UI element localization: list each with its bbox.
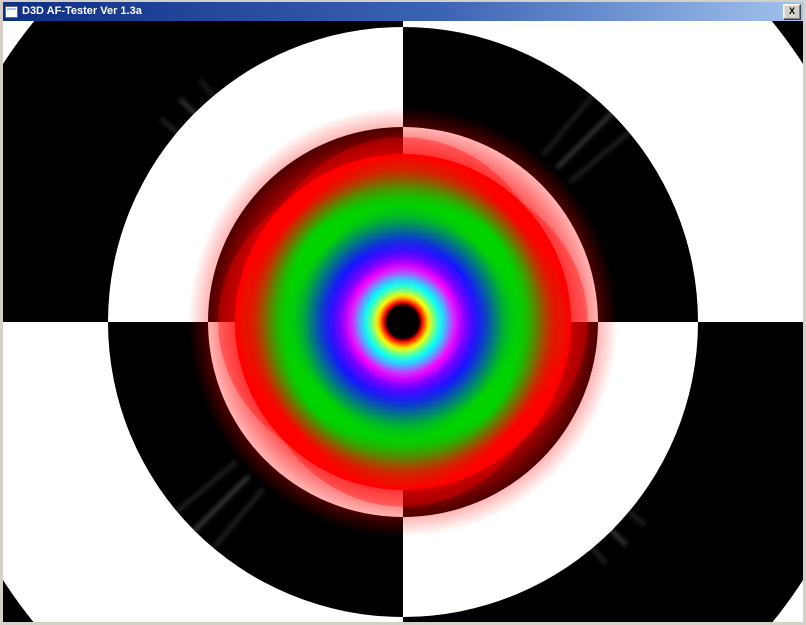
window-title: D3D AF-Tester Ver 1.3a — [21, 2, 142, 21]
titlebar[interactable]: D3D AF-Tester Ver 1.3a X — [3, 2, 803, 21]
mip-core-lobe-vertical — [247, 137, 559, 507]
close-button[interactable]: X — [783, 4, 801, 20]
close-x-icon: X — [789, 7, 795, 16]
af-test-render-area — [3, 21, 803, 622]
app-window: D3D AF-Tester Ver 1.3a X — [0, 0, 806, 625]
af-tunnel-pattern — [3, 21, 803, 622]
app-window-icon[interactable] — [5, 6, 18, 18]
